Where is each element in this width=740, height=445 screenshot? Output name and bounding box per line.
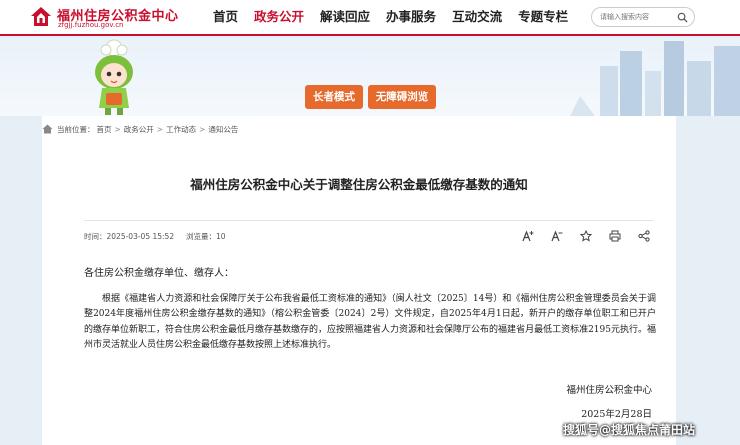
article-body: 各住房公积金缴存单位、缴存人： 根据《福建省人力资源和社会保障厅关于公布我省最低… bbox=[84, 266, 656, 354]
cityscape-illustration bbox=[570, 41, 740, 116]
nav-home[interactable]: 首页 bbox=[205, 0, 246, 34]
breadcrumb-work-news[interactable]: 工作动态 bbox=[166, 124, 196, 135]
page-banner: 长者模式 无障碍浏览 bbox=[0, 36, 740, 116]
accessible-browsing-button[interactable]: 无障碍浏览 bbox=[368, 85, 436, 109]
elder-mode-button[interactable]: 长者模式 bbox=[305, 85, 363, 109]
logo-domain: zfgjj.fuzhou.gov.cn bbox=[58, 21, 124, 29]
jasmine-mascot-icon bbox=[95, 39, 133, 115]
view-count: 10 bbox=[216, 232, 226, 241]
breadcrumb-notices[interactable]: 通知公告 bbox=[208, 124, 238, 135]
search-box bbox=[591, 7, 695, 27]
article-tools bbox=[509, 227, 654, 245]
publish-time: 2025-03-05 15:52 bbox=[106, 232, 175, 241]
nav-interpretation[interactable]: 解读回应 bbox=[312, 0, 378, 34]
view-count-label: 浏览量： bbox=[186, 232, 217, 241]
search-input[interactable] bbox=[600, 10, 676, 24]
article-salutation: 各住房公积金缴存单位、缴存人： bbox=[84, 268, 234, 279]
site-header: 福州住房公积金中心 zfgjj.fuzhou.gov.cn 首页 政务公开 解读… bbox=[0, 0, 740, 36]
publish-time-label: 时间： bbox=[84, 232, 107, 241]
breadcrumb-separator: > bbox=[199, 124, 206, 134]
breadcrumb-separator: > bbox=[156, 124, 164, 134]
font-increase-icon[interactable] bbox=[518, 227, 538, 245]
article-meta-info: 时间：2025-03-05 15:52 浏览量：10 bbox=[84, 231, 226, 242]
breadcrumb-home[interactable]: 首页 bbox=[97, 124, 112, 135]
font-decrease-icon[interactable] bbox=[547, 227, 567, 245]
main-nav: 首页 政务公开 解读回应 办事服务 互动交流 专题专栏 bbox=[205, 0, 576, 34]
nav-services[interactable]: 办事服务 bbox=[378, 0, 444, 34]
signature-date: 2025年2月28日 bbox=[581, 409, 652, 420]
article-paragraph: 根据《福建省人力资源和社会保障厅关于公布我省最低工资标准的通知》（闽人社文〔20… bbox=[84, 293, 656, 351]
home-icon bbox=[42, 124, 53, 134]
signature-organization: 福州住房公积金中心 bbox=[566, 385, 652, 396]
print-icon[interactable] bbox=[605, 227, 625, 245]
breadcrumb-government-affairs[interactable]: 政务公开 bbox=[124, 124, 154, 135]
star-icon[interactable] bbox=[576, 227, 596, 245]
breadcrumb-separator: > bbox=[114, 124, 121, 134]
article-meta: 时间：2025-03-05 15:52 浏览量：10 bbox=[84, 220, 654, 250]
nav-special-topics[interactable]: 专题专栏 bbox=[510, 0, 576, 34]
article-title: 福州住房公积金中心关于调整住房公积金最低缴存基数的通知 bbox=[190, 177, 528, 192]
site-logo[interactable]: 福州住房公积金中心 zfgjj.fuzhou.gov.cn bbox=[30, 4, 180, 32]
nav-interaction[interactable]: 互动交流 bbox=[444, 0, 510, 34]
breadcrumb-label: 当前位置： bbox=[57, 124, 95, 134]
article-card: 当前位置： 首页 > 政务公开 > 工作动态 > 通知公告 福州住房公积金中心关… bbox=[42, 116, 676, 445]
breadcrumb: 当前位置： 首页 > 政务公开 > 工作动态 > 通知公告 bbox=[42, 122, 238, 136]
source-watermark: 搜狐号@搜狐焦点莆田站 bbox=[563, 423, 696, 437]
share-icon[interactable] bbox=[634, 227, 654, 245]
house-logo-icon bbox=[31, 7, 51, 26]
search-icon[interactable] bbox=[677, 12, 688, 23]
nav-government-affairs[interactable]: 政务公开 bbox=[246, 0, 312, 34]
